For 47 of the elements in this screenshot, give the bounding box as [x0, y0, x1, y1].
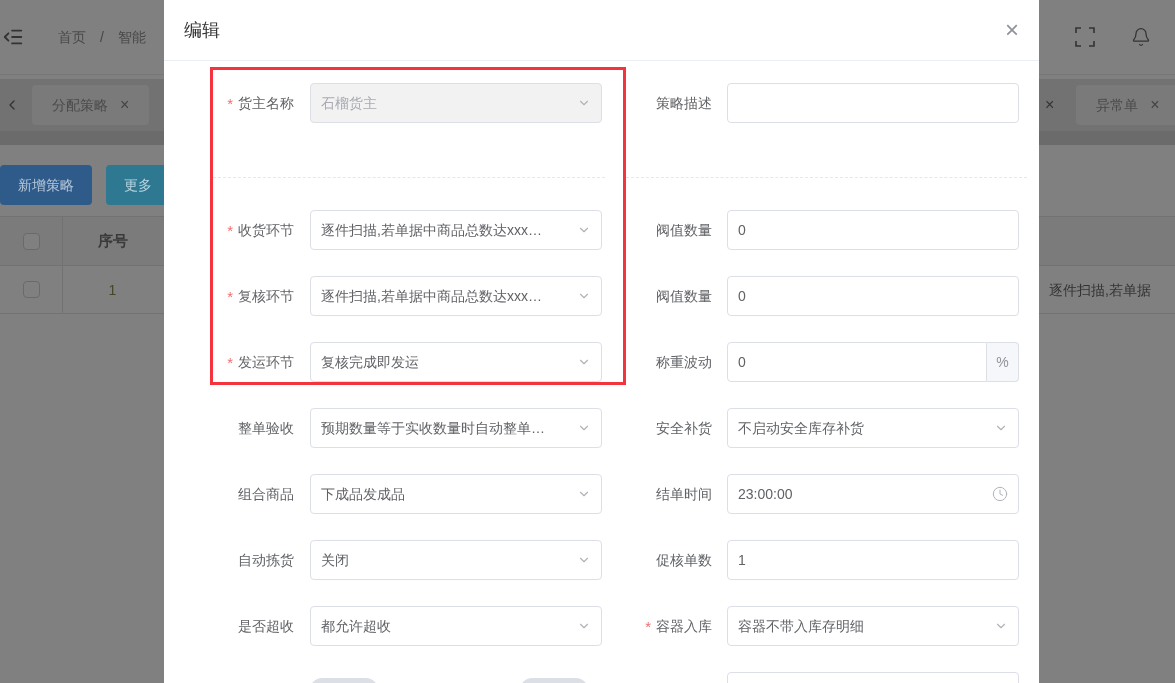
fullscreen-icon[interactable]	[1075, 27, 1095, 47]
select-field[interactable]: 都允许超收	[310, 606, 602, 646]
input-field[interactable]: 0	[727, 210, 1019, 250]
field-label: 是否超收	[238, 617, 294, 636]
field-label: 阀值数量	[656, 221, 712, 240]
select-field[interactable]: 逐件扫描,若单据中商品总数达xxx…	[310, 210, 602, 250]
required-mark-icon: *	[227, 354, 233, 370]
required-mark-icon: *	[645, 618, 651, 634]
input-field[interactable]: 0	[727, 276, 1019, 316]
column-header: 序号	[97, 230, 128, 251]
field-label: 整单验收	[238, 419, 294, 438]
clock-icon	[992, 486, 1008, 502]
select-field[interactable]: 不启动安全库存补货	[727, 408, 1019, 448]
select-field[interactable]: 容器不带入库存明细	[727, 606, 1019, 646]
required-mark-icon: *	[227, 288, 233, 304]
required-mark-icon: *	[227, 95, 233, 111]
select-field[interactable]: 复核完成即发运	[310, 342, 602, 382]
select-field[interactable]: 关闭	[310, 540, 602, 580]
bell-icon[interactable]	[1131, 27, 1151, 47]
field-label: 称重波动	[656, 353, 712, 372]
action-button[interactable]: 新增策略	[0, 165, 92, 205]
input-field[interactable]	[727, 83, 1019, 123]
field-label: 结单时间	[656, 485, 712, 504]
field-label: 安全补货	[656, 419, 712, 438]
field-label: 货主名称	[238, 94, 294, 113]
breadcrumb-separator: /	[100, 28, 104, 47]
table-cell-text: 逐件扫描,若单据	[1049, 280, 1151, 300]
required-mark-icon: *	[227, 222, 233, 238]
field-label: 自动拣货	[238, 551, 294, 570]
field-label: 组合商品	[238, 485, 294, 504]
select-field[interactable]: 下成品发成品	[310, 474, 602, 514]
field-label: 阀值数量	[656, 287, 712, 306]
field-label: 促核单数	[656, 551, 712, 570]
input-field[interactable]: 1	[727, 540, 1019, 580]
time-field[interactable]: 23:00:00	[727, 474, 1019, 514]
unit-suffix: %	[987, 342, 1019, 382]
field-label: 策略描述	[656, 94, 712, 113]
field-label: 发运环节	[238, 353, 294, 372]
select-field[interactable]: 逐件扫描,若单据中商品总数达xxx…	[310, 276, 602, 316]
input-field[interactable]: 0	[727, 342, 987, 382]
select-field[interactable]: 预期数量等于实收数量时自动整单…	[310, 408, 602, 448]
dialog-title: 编辑	[184, 19, 220, 42]
action-button[interactable]: 更多	[106, 165, 164, 205]
table-cell-text: 1	[108, 280, 117, 300]
field-label: 复核环节	[238, 287, 294, 306]
field-label: 收货环节	[238, 221, 294, 240]
field-label: 容器入库	[656, 617, 712, 636]
